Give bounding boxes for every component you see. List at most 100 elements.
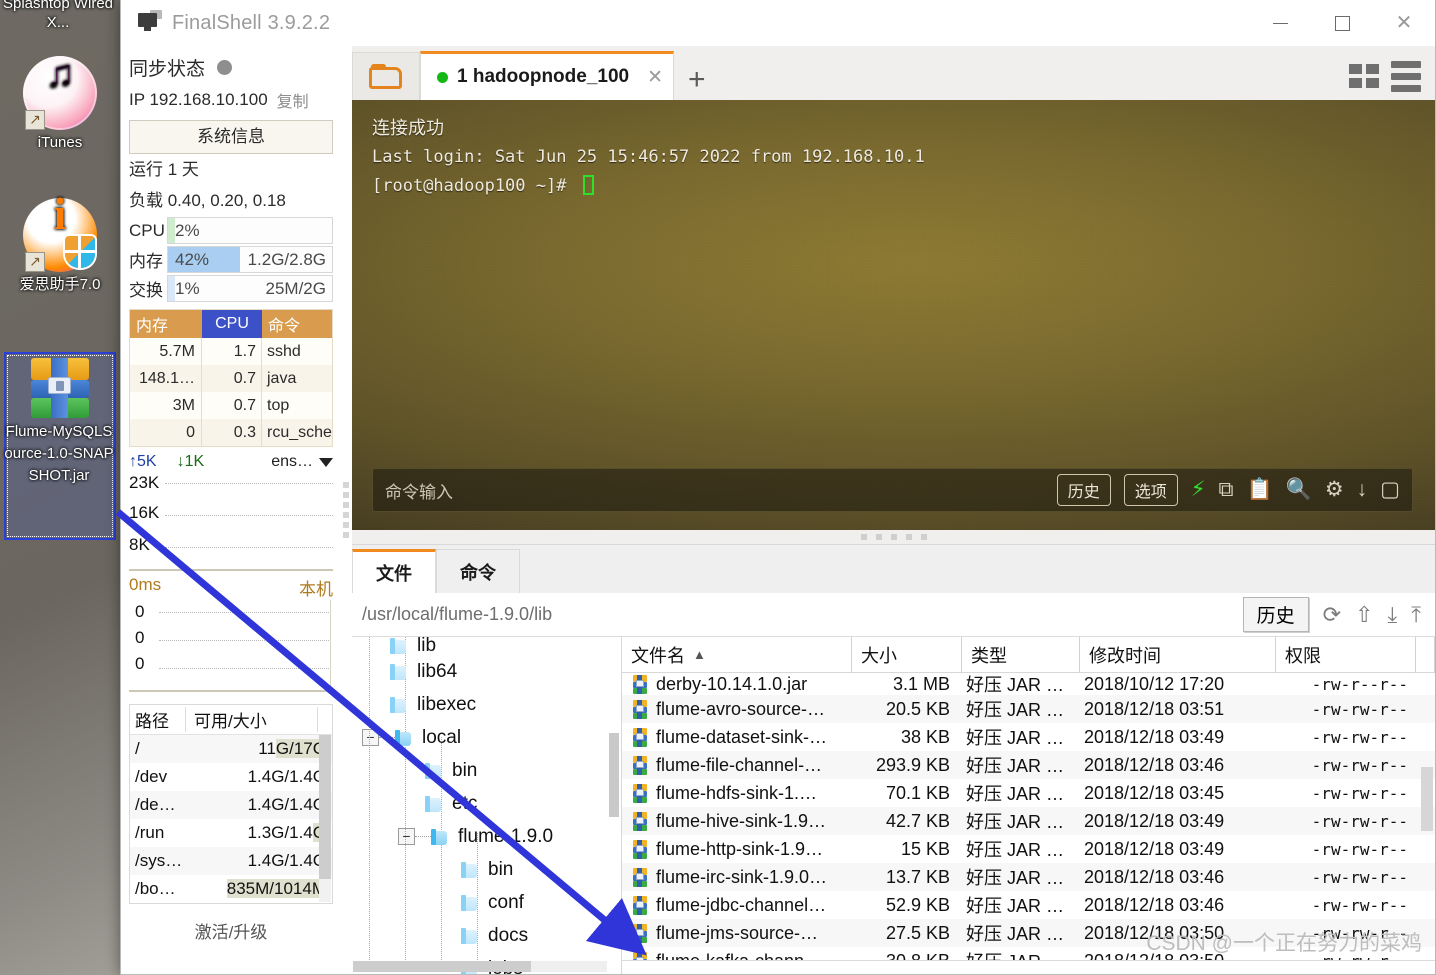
copy-icon[interactable]: ⧉ xyxy=(1219,479,1234,500)
refresh-icon[interactable]: ⟳ xyxy=(1323,603,1341,625)
collapse-toggle-icon[interactable]: − xyxy=(362,729,379,746)
session-tab-hadoopnode-100[interactable]: 1 hadoopnode_100 ✕ xyxy=(420,51,675,100)
process-row[interactable]: 0 0.3 rcu_sche xyxy=(130,419,332,446)
table-row[interactable]: flume-file-channel-… 293.9 KB 好压 JAR … 2… xyxy=(622,751,1435,779)
parent-directory-icon[interactable]: ⇧ xyxy=(1355,603,1373,625)
desktop-icon-flume-jar[interactable]: Flume-MySQLSource-1.0-SNAPSHOT.jar xyxy=(3,358,117,487)
new-tab-button[interactable]: + xyxy=(674,65,720,100)
tree-node-docs[interactable]: docs xyxy=(352,919,621,952)
process-row[interactable]: 3M 0.7 top xyxy=(130,392,332,419)
table-row[interactable]: flume-irc-sink-1.9.0… 13.7 KB 好压 JAR … 2… xyxy=(622,863,1435,891)
download-icon[interactable]: ⤓ xyxy=(1388,603,1398,625)
disk-row[interactable]: /sys… 1.4G/1.4G xyxy=(130,847,332,875)
file-list-footer xyxy=(622,960,1435,974)
column-header-filename[interactable]: 文件名 ▲ xyxy=(622,636,852,673)
table-row[interactable]: flume-jms-source-… 27.5 KB 好压 JAR … 2018… xyxy=(622,919,1435,947)
column-header-size[interactable]: 大小 xyxy=(852,636,962,673)
close-tab-icon[interactable]: ✕ xyxy=(647,66,663,89)
file-mtime: 2018/12/18 03:46 xyxy=(1084,866,1225,887)
grid-view-icon[interactable] xyxy=(1349,64,1379,88)
tree-node-label: libexec xyxy=(417,693,477,715)
tree-node-lib-top[interactable]: lib xyxy=(352,637,621,655)
process-table: 内存 CPU 命令 5.7M 1.7 sshd 148.1… 0.7 java … xyxy=(129,309,333,447)
collapse-toggle-icon[interactable]: − xyxy=(398,828,415,845)
disk-table-scrollbar[interactable] xyxy=(319,735,331,902)
bolt-icon[interactable]: ⚡ xyxy=(1191,479,1206,500)
table-row[interactable]: flume-http-sink-1.9… 15 KB 好压 JAR … 2018… xyxy=(622,835,1435,863)
system-info-button[interactable]: 系统信息 xyxy=(129,120,333,154)
tree-node-bin[interactable]: bin xyxy=(352,754,621,787)
tree-node-flume-1-9-0[interactable]: − flume-1.9.0 xyxy=(352,820,621,853)
command-input[interactable]: 命令输入 xyxy=(385,478,453,503)
table-row[interactable]: flume-avro-source-… 20.5 KB 好压 JAR … 201… xyxy=(622,695,1435,723)
disk-path: /sys… xyxy=(135,851,183,870)
table-row[interactable]: flume-jdbc-channel… 52.9 KB 好压 JAR … 201… xyxy=(622,891,1435,919)
file-list-scrollbar[interactable] xyxy=(1421,767,1433,831)
tab-files[interactable]: 文件 xyxy=(352,549,436,593)
table-row[interactable]: flume-dataset-sink-… 38 KB 好压 JAR … 2018… xyxy=(622,723,1435,751)
network-interface-select[interactable]: ens… xyxy=(271,453,333,471)
process-memory: 148.1… xyxy=(130,365,202,392)
gear-icon[interactable]: ⚙ xyxy=(1325,479,1344,500)
terminal-history-button[interactable]: 历史 xyxy=(1056,474,1111,506)
tab-commands[interactable]: 命令 xyxy=(436,549,520,593)
window-icon[interactable]: ▢ xyxy=(1380,479,1400,500)
upload-icon[interactable]: ⤒ xyxy=(1411,603,1421,625)
list-view-icon[interactable] xyxy=(1391,60,1421,92)
process-row[interactable]: 148.1… 0.7 java xyxy=(130,365,332,392)
tree-vertical-scrollbar[interactable] xyxy=(609,733,619,817)
column-header-permissions[interactable]: 权限 xyxy=(1276,636,1416,673)
disk-col-path[interactable]: 路径 xyxy=(130,707,186,732)
swap-meter-percent: 1% xyxy=(175,278,200,298)
process-col-cpu[interactable]: CPU xyxy=(202,310,262,338)
disk-row[interactable]: /de… 1.4G/1.4G xyxy=(130,791,332,819)
minimize-button[interactable] xyxy=(1249,0,1311,46)
disk-row[interactable]: / 11G/17G xyxy=(130,735,332,763)
column-header-mtime[interactable]: 修改时间 xyxy=(1080,636,1276,673)
process-col-command[interactable]: 命令 xyxy=(262,310,332,338)
sidebar-splitter[interactable] xyxy=(341,46,352,974)
desktop-icon-aisi[interactable]: ↗ 爱思助手7.0 xyxy=(2,198,118,294)
maximize-button[interactable] xyxy=(1311,0,1373,46)
process-row[interactable]: 5.7M 1.7 sshd xyxy=(130,338,332,365)
activate-upgrade-link[interactable]: 激活/升级 xyxy=(121,904,341,953)
table-row[interactable]: derby-10.14.1.0.jar 3.1 MB 好压 JAR … 2018… xyxy=(622,673,1435,695)
session-tab-label: 1 hadoopnode_100 xyxy=(457,66,630,87)
disk-row[interactable]: /run 1.3G/1.4G xyxy=(130,819,332,847)
tree-node-libexec[interactable]: libexec xyxy=(352,688,621,721)
tree-node-etc[interactable]: etc xyxy=(352,787,621,820)
terminal-options-button[interactable]: 选项 xyxy=(1123,474,1178,506)
disk-col-size[interactable]: 可用/大小 xyxy=(186,707,318,732)
folder-icon xyxy=(425,762,443,779)
column-header-type[interactable]: 类型 xyxy=(962,636,1080,673)
file-history-button[interactable]: 历史 xyxy=(1242,597,1309,632)
file-manager-tab-button[interactable] xyxy=(352,52,420,100)
table-row[interactable]: flume-kafka-chann… 30.8 KB 好压 JAR … 2018… xyxy=(622,947,1435,960)
desktop-icon-itunes[interactable]: ↗ iTunes xyxy=(2,56,118,152)
paste-icon[interactable]: 📋 xyxy=(1247,479,1273,500)
command-input-bar[interactable]: 命令输入 历史 选项 ⚡ ⧉ 📋 🔍 ⚙ ↓ ▢ xyxy=(372,468,1413,512)
file-name: flume-dataset-sink-… xyxy=(656,726,828,747)
disk-row[interactable]: /dev 1.4G/1.4G xyxy=(130,763,332,791)
tree-node-local[interactable]: − local xyxy=(352,721,621,754)
table-row[interactable]: flume-hdfs-sink-1.… 70.1 KB 好压 JAR … 201… xyxy=(622,779,1435,807)
window-titlebar[interactable]: FinalShell 3.9.2.2 ✕ xyxy=(121,0,1435,46)
desktop-icon-splashtop[interactable]: Splashtop Wired X... xyxy=(0,0,116,32)
terminal-view[interactable]: 连接成功 Last login: Sat Jun 25 15:46:57 202… xyxy=(352,100,1435,530)
disk-row[interactable]: /bo… 835M/1014M xyxy=(130,875,332,903)
search-icon[interactable]: 🔍 xyxy=(1286,479,1312,500)
close-button[interactable]: ✕ xyxy=(1373,0,1435,46)
itunes-icon: ↗ xyxy=(23,56,97,130)
file-mtime: 2018/12/18 03:51 xyxy=(1084,698,1225,719)
tree-node-flume-bin[interactable]: bin xyxy=(352,853,621,886)
tree-horizontal-scrollbar[interactable] xyxy=(353,961,607,972)
download-icon[interactable]: ↓ xyxy=(1357,479,1368,500)
tree-node-conf[interactable]: conf xyxy=(352,886,621,919)
process-col-memory[interactable]: 内存 xyxy=(130,310,202,338)
table-row[interactable]: flume-hive-sink-1.9… 42.7 KB 好压 JAR … 20… xyxy=(622,807,1435,835)
tree-node-lib64[interactable]: lib64 xyxy=(352,655,621,688)
terminal-file-splitter[interactable] xyxy=(352,530,1435,544)
file-name: flume-hdfs-sink-1.… xyxy=(656,782,818,803)
path-input[interactable]: /usr/local/flume-1.9.0/lib xyxy=(362,604,552,625)
copy-ip-button[interactable]: 复制 xyxy=(277,88,309,112)
